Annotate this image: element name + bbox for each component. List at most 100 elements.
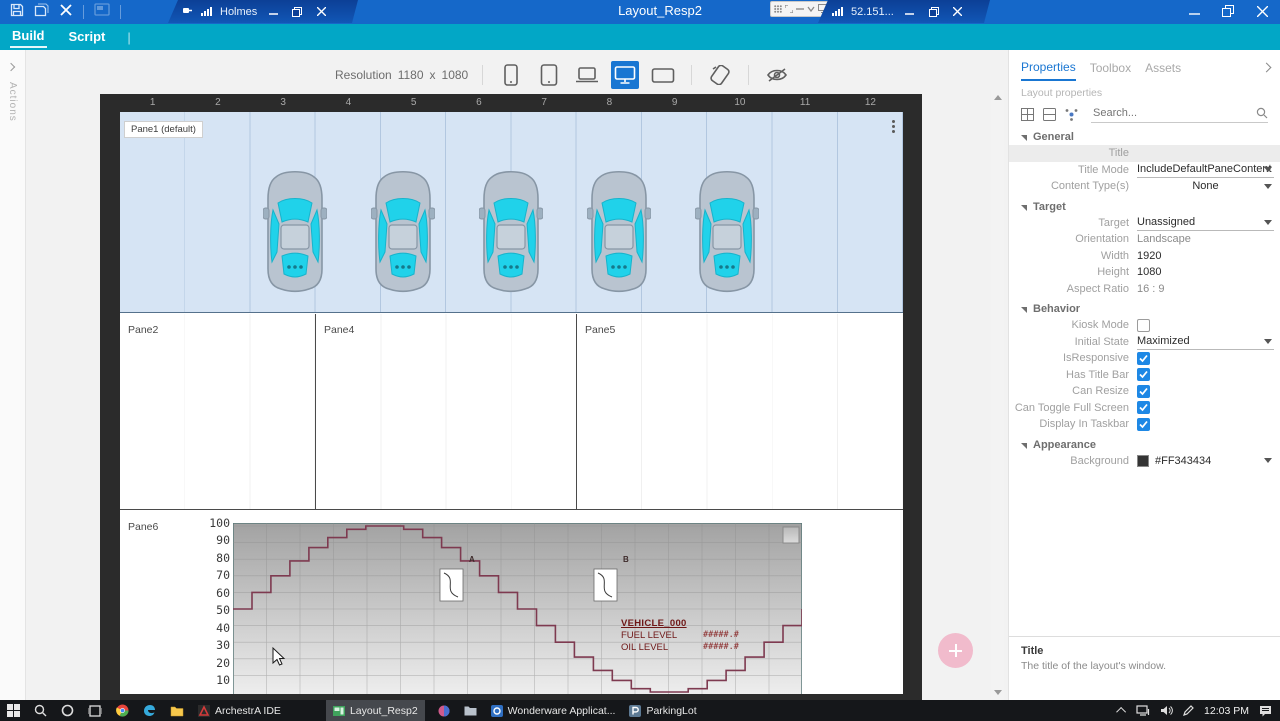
grid-dots-icon[interactable] [774, 0, 782, 18]
section-expander-icon[interactable] [1021, 135, 1027, 141]
scroll-down-icon[interactable] [994, 690, 1002, 695]
actions-rail[interactable]: Actions [0, 50, 26, 700]
background-color-dropdown[interactable]: #FF343434 [1137, 453, 1274, 469]
tab-toolbox[interactable]: Toolbox [1090, 61, 1131, 80]
minimize-button[interactable] [1186, 4, 1202, 18]
pane6[interactable]: Pane6 100908070605040302010 [120, 511, 903, 694]
initial-state-dropdown[interactable]: Maximized [1137, 334, 1274, 350]
add-pane-fab[interactable] [938, 633, 973, 668]
trend-chart-container[interactable]: A B VEHICLE_000 FUEL LEVEL#####.# OIL LE… [233, 523, 802, 694]
can-toggle-full-screen-checkbox[interactable] [1137, 401, 1150, 414]
can-resize-checkbox[interactable] [1137, 385, 1150, 398]
list-view-icon[interactable] [1043, 108, 1056, 121]
close-button[interactable] [1254, 4, 1270, 18]
property-row-title-mode[interactable]: Title Mode IncludeDefaultPaneContent [1009, 162, 1280, 179]
section-expander-icon[interactable] [1021, 443, 1027, 449]
close-button[interactable] [313, 5, 329, 19]
property-row-can-toggle-full-screen[interactable]: Can Toggle Full Screen [1009, 400, 1280, 417]
content-types-dropdown[interactable]: None [1137, 178, 1274, 194]
holmes-window-tab[interactable]: Holmes [168, 0, 358, 23]
property-row-kiosk-mode[interactable]: Kiosk Mode [1009, 317, 1280, 334]
hide-preview-button[interactable] [763, 61, 791, 89]
isresponsive-checkbox[interactable] [1137, 352, 1150, 365]
section-behavior[interactable]: Behavior [1009, 297, 1280, 317]
taskbar-app-misc-1[interactable] [431, 700, 457, 721]
property-row-background[interactable]: Background #FF343434 [1009, 453, 1280, 470]
property-row-height[interactable]: Height 1080 [1009, 264, 1280, 281]
property-row-title[interactable]: Title [1009, 145, 1280, 162]
target-dropdown[interactable]: Unassigned [1137, 215, 1274, 231]
device-tv-button[interactable] [649, 61, 677, 89]
search-input[interactable] [1091, 105, 1268, 122]
minimize-mini-icon[interactable] [796, 0, 804, 18]
property-row-content-types[interactable]: Content Type(s) None [1009, 178, 1280, 195]
property-row-initial-state[interactable]: Initial State Maximized [1009, 334, 1280, 351]
pane2[interactable]: Pane2 [120, 314, 315, 509]
car-graphic[interactable] [695, 168, 759, 294]
menu-script[interactable]: Script [67, 27, 108, 47]
taskbar-layout-resp2[interactable]: Layout_Resp2 [326, 700, 425, 721]
edge-button[interactable] [136, 700, 163, 721]
minimize-button[interactable] [265, 5, 281, 19]
save-all-icon[interactable] [34, 3, 49, 22]
minimize-button[interactable] [902, 5, 918, 19]
height-value-field[interactable]: 1080 [1137, 264, 1274, 280]
display-in-taskbar-checkbox[interactable] [1137, 418, 1150, 431]
menu-build[interactable]: Build [10, 26, 47, 48]
chevron-right-icon[interactable] [7, 63, 15, 71]
category-view-icon[interactable] [1021, 108, 1034, 121]
speaker-icon[interactable] [1160, 705, 1173, 716]
section-appearance[interactable]: Appearance [1009, 433, 1280, 453]
property-row-display-in-taskbar[interactable]: Display In Taskbar [1009, 416, 1280, 433]
clock[interactable]: 12:03 PM [1204, 705, 1249, 717]
property-row-target[interactable]: Target Unassigned [1009, 215, 1280, 232]
vertical-scrollbar[interactable] [991, 90, 1004, 700]
expand-icon[interactable] [785, 0, 793, 18]
car-graphic[interactable] [263, 168, 327, 294]
cortana-button[interactable] [54, 700, 81, 721]
restore-button[interactable] [289, 5, 305, 19]
width-value-field[interactable]: 1920 [1137, 248, 1274, 264]
taskbar-search-button[interactable] [27, 700, 54, 721]
task-view-button[interactable] [81, 700, 109, 721]
section-expander-icon[interactable] [1021, 307, 1027, 313]
car-graphic[interactable] [371, 168, 435, 294]
chrome-button[interactable] [109, 700, 136, 721]
car-graphic[interactable] [479, 168, 543, 294]
section-target[interactable]: Target [1009, 195, 1280, 215]
pane1-default[interactable]: Pane1 (default) [120, 112, 903, 313]
property-row-orientation[interactable]: Orientation Landscape [1009, 231, 1280, 248]
rotate-orientation-button[interactable] [706, 61, 734, 89]
device-phone-button[interactable] [497, 61, 525, 89]
section-general[interactable]: General [1009, 125, 1280, 145]
property-row-aspect-ratio[interactable]: Aspect Ratio 16 : 9 [1009, 281, 1280, 298]
section-expander-icon[interactable] [1021, 205, 1027, 211]
device-tablet-button[interactable] [535, 61, 563, 89]
taskbar-parkinglot[interactable]: ParkingLot [622, 700, 703, 721]
tab-properties[interactable]: Properties [1021, 60, 1076, 81]
taskbar-wonderware[interactable]: Wonderware Applicat... [484, 700, 623, 721]
start-button[interactable] [0, 700, 27, 721]
taskbar-app-misc-2[interactable] [457, 700, 484, 721]
notification-icon[interactable] [1259, 705, 1272, 717]
property-row-has-title-bar[interactable]: Has Title Bar [1009, 367, 1280, 384]
has-title-bar-checkbox[interactable] [1137, 368, 1150, 381]
close-button[interactable] [950, 5, 966, 19]
remote-window-tab[interactable]: 52.151... [818, 0, 990, 23]
pane5[interactable]: Pane5 [577, 314, 903, 509]
kebab-menu-icon[interactable] [892, 120, 895, 133]
tray-chevron-up-icon[interactable] [1116, 707, 1126, 717]
device-desktop-button[interactable] [611, 61, 639, 89]
chevron-down-icon[interactable] [807, 0, 815, 18]
network-icon[interactable] [1136, 705, 1150, 716]
taskbar-archestra-ide[interactable]: ArchestrA IDE [191, 700, 288, 721]
restore-button[interactable] [1220, 4, 1236, 18]
pin-icon[interactable] [182, 3, 193, 21]
title-value-field[interactable] [1137, 145, 1274, 161]
advanced-filter-icon[interactable] [1065, 108, 1078, 121]
close-document-icon[interactable] [59, 3, 73, 22]
collapse-panel-icon[interactable] [1260, 62, 1272, 74]
pen-icon[interactable] [1183, 705, 1194, 716]
property-row-isresponsive[interactable]: IsResponsive [1009, 350, 1280, 367]
device-laptop-button[interactable] [573, 61, 601, 89]
